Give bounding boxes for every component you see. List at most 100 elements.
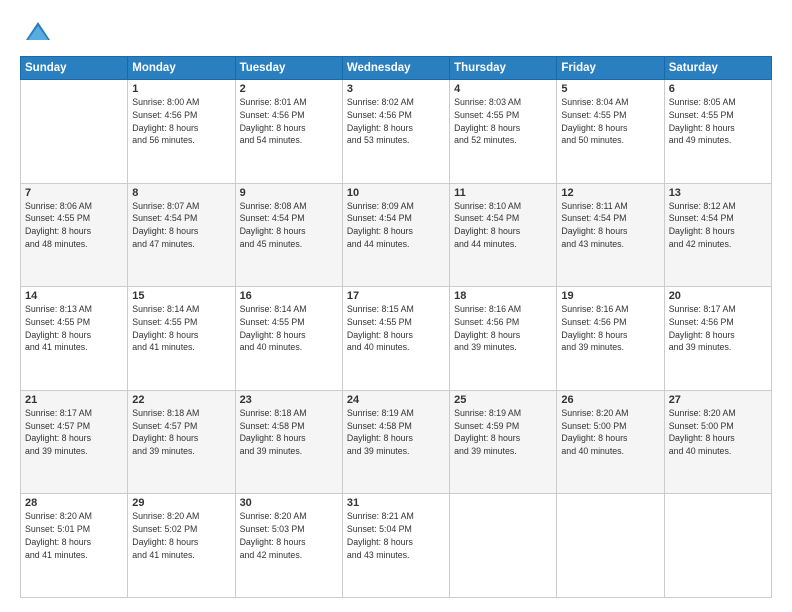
weekday-header-monday: Monday xyxy=(128,57,235,80)
calendar-cell: 20Sunrise: 8:17 AMSunset: 4:56 PMDayligh… xyxy=(664,287,771,391)
day-info: Sunrise: 8:05 AMSunset: 4:55 PMDaylight:… xyxy=(669,96,767,147)
day-number: 23 xyxy=(240,394,338,406)
day-info: Sunrise: 8:19 AMSunset: 4:59 PMDaylight:… xyxy=(454,407,552,458)
calendar-cell xyxy=(664,494,771,598)
calendar-cell: 6Sunrise: 8:05 AMSunset: 4:55 PMDaylight… xyxy=(664,80,771,184)
day-number: 15 xyxy=(132,290,230,302)
day-info: Sunrise: 8:00 AMSunset: 4:56 PMDaylight:… xyxy=(132,96,230,147)
day-info: Sunrise: 8:14 AMSunset: 4:55 PMDaylight:… xyxy=(132,303,230,354)
day-info: Sunrise: 8:13 AMSunset: 4:55 PMDaylight:… xyxy=(25,303,123,354)
calendar-cell: 11Sunrise: 8:10 AMSunset: 4:54 PMDayligh… xyxy=(450,183,557,287)
calendar-cell: 30Sunrise: 8:20 AMSunset: 5:03 PMDayligh… xyxy=(235,494,342,598)
day-info: Sunrise: 8:18 AMSunset: 4:57 PMDaylight:… xyxy=(132,407,230,458)
calendar-cell: 17Sunrise: 8:15 AMSunset: 4:55 PMDayligh… xyxy=(342,287,449,391)
day-number: 30 xyxy=(240,497,338,509)
day-number: 19 xyxy=(561,290,659,302)
day-number: 7 xyxy=(25,187,123,199)
day-info: Sunrise: 8:14 AMSunset: 4:55 PMDaylight:… xyxy=(240,303,338,354)
calendar-week-row: 21Sunrise: 8:17 AMSunset: 4:57 PMDayligh… xyxy=(21,390,772,494)
day-info: Sunrise: 8:20 AMSunset: 5:02 PMDaylight:… xyxy=(132,510,230,561)
calendar-cell: 22Sunrise: 8:18 AMSunset: 4:57 PMDayligh… xyxy=(128,390,235,494)
day-number: 3 xyxy=(347,83,445,95)
day-info: Sunrise: 8:04 AMSunset: 4:55 PMDaylight:… xyxy=(561,96,659,147)
day-number: 29 xyxy=(132,497,230,509)
day-number: 26 xyxy=(561,394,659,406)
calendar-cell: 14Sunrise: 8:13 AMSunset: 4:55 PMDayligh… xyxy=(21,287,128,391)
weekday-header-saturday: Saturday xyxy=(664,57,771,80)
day-info: Sunrise: 8:20 AMSunset: 5:01 PMDaylight:… xyxy=(25,510,123,561)
weekday-header-sunday: Sunday xyxy=(21,57,128,80)
day-number: 21 xyxy=(25,394,123,406)
day-number: 14 xyxy=(25,290,123,302)
day-info: Sunrise: 8:06 AMSunset: 4:55 PMDaylight:… xyxy=(25,200,123,251)
calendar-cell xyxy=(450,494,557,598)
calendar-cell: 16Sunrise: 8:14 AMSunset: 4:55 PMDayligh… xyxy=(235,287,342,391)
day-info: Sunrise: 8:21 AMSunset: 5:04 PMDaylight:… xyxy=(347,510,445,561)
day-info: Sunrise: 8:17 AMSunset: 4:57 PMDaylight:… xyxy=(25,407,123,458)
calendar-cell: 7Sunrise: 8:06 AMSunset: 4:55 PMDaylight… xyxy=(21,183,128,287)
day-number: 1 xyxy=(132,83,230,95)
day-info: Sunrise: 8:10 AMSunset: 4:54 PMDaylight:… xyxy=(454,200,552,251)
day-info: Sunrise: 8:20 AMSunset: 5:00 PMDaylight:… xyxy=(561,407,659,458)
day-number: 18 xyxy=(454,290,552,302)
day-info: Sunrise: 8:07 AMSunset: 4:54 PMDaylight:… xyxy=(132,200,230,251)
calendar-cell: 4Sunrise: 8:03 AMSunset: 4:55 PMDaylight… xyxy=(450,80,557,184)
calendar-cell: 10Sunrise: 8:09 AMSunset: 4:54 PMDayligh… xyxy=(342,183,449,287)
day-number: 10 xyxy=(347,187,445,199)
calendar-cell: 29Sunrise: 8:20 AMSunset: 5:02 PMDayligh… xyxy=(128,494,235,598)
day-info: Sunrise: 8:03 AMSunset: 4:55 PMDaylight:… xyxy=(454,96,552,147)
logo xyxy=(20,18,52,46)
calendar-cell xyxy=(557,494,664,598)
calendar-cell: 21Sunrise: 8:17 AMSunset: 4:57 PMDayligh… xyxy=(21,390,128,494)
calendar-cell: 19Sunrise: 8:16 AMSunset: 4:56 PMDayligh… xyxy=(557,287,664,391)
day-info: Sunrise: 8:20 AMSunset: 5:03 PMDaylight:… xyxy=(240,510,338,561)
day-info: Sunrise: 8:16 AMSunset: 4:56 PMDaylight:… xyxy=(561,303,659,354)
day-number: 11 xyxy=(454,187,552,199)
day-number: 2 xyxy=(240,83,338,95)
day-number: 12 xyxy=(561,187,659,199)
calendar-cell: 27Sunrise: 8:20 AMSunset: 5:00 PMDayligh… xyxy=(664,390,771,494)
calendar-cell xyxy=(21,80,128,184)
day-info: Sunrise: 8:01 AMSunset: 4:56 PMDaylight:… xyxy=(240,96,338,147)
weekday-header-row: SundayMondayTuesdayWednesdayThursdayFrid… xyxy=(21,57,772,80)
day-number: 31 xyxy=(347,497,445,509)
calendar-week-row: 7Sunrise: 8:06 AMSunset: 4:55 PMDaylight… xyxy=(21,183,772,287)
day-number: 6 xyxy=(669,83,767,95)
day-info: Sunrise: 8:08 AMSunset: 4:54 PMDaylight:… xyxy=(240,200,338,251)
day-info: Sunrise: 8:15 AMSunset: 4:55 PMDaylight:… xyxy=(347,303,445,354)
calendar-cell: 12Sunrise: 8:11 AMSunset: 4:54 PMDayligh… xyxy=(557,183,664,287)
day-info: Sunrise: 8:18 AMSunset: 4:58 PMDaylight:… xyxy=(240,407,338,458)
day-number: 25 xyxy=(454,394,552,406)
day-number: 20 xyxy=(669,290,767,302)
day-info: Sunrise: 8:19 AMSunset: 4:58 PMDaylight:… xyxy=(347,407,445,458)
day-info: Sunrise: 8:11 AMSunset: 4:54 PMDaylight:… xyxy=(561,200,659,251)
day-number: 24 xyxy=(347,394,445,406)
day-number: 22 xyxy=(132,394,230,406)
calendar-cell: 24Sunrise: 8:19 AMSunset: 4:58 PMDayligh… xyxy=(342,390,449,494)
day-info: Sunrise: 8:02 AMSunset: 4:56 PMDaylight:… xyxy=(347,96,445,147)
day-number: 28 xyxy=(25,497,123,509)
weekday-header-tuesday: Tuesday xyxy=(235,57,342,80)
calendar-cell: 5Sunrise: 8:04 AMSunset: 4:55 PMDaylight… xyxy=(557,80,664,184)
calendar-cell: 2Sunrise: 8:01 AMSunset: 4:56 PMDaylight… xyxy=(235,80,342,184)
calendar-cell: 9Sunrise: 8:08 AMSunset: 4:54 PMDaylight… xyxy=(235,183,342,287)
calendar-week-row: 28Sunrise: 8:20 AMSunset: 5:01 PMDayligh… xyxy=(21,494,772,598)
weekday-header-wednesday: Wednesday xyxy=(342,57,449,80)
calendar-cell: 18Sunrise: 8:16 AMSunset: 4:56 PMDayligh… xyxy=(450,287,557,391)
day-info: Sunrise: 8:16 AMSunset: 4:56 PMDaylight:… xyxy=(454,303,552,354)
page: SundayMondayTuesdayWednesdayThursdayFrid… xyxy=(0,0,792,612)
day-info: Sunrise: 8:09 AMSunset: 4:54 PMDaylight:… xyxy=(347,200,445,251)
calendar-table: SundayMondayTuesdayWednesdayThursdayFrid… xyxy=(20,56,772,598)
day-number: 5 xyxy=(561,83,659,95)
calendar-cell: 23Sunrise: 8:18 AMSunset: 4:58 PMDayligh… xyxy=(235,390,342,494)
calendar-cell: 28Sunrise: 8:20 AMSunset: 5:01 PMDayligh… xyxy=(21,494,128,598)
day-number: 17 xyxy=(347,290,445,302)
calendar-cell: 8Sunrise: 8:07 AMSunset: 4:54 PMDaylight… xyxy=(128,183,235,287)
day-number: 9 xyxy=(240,187,338,199)
calendar-cell: 3Sunrise: 8:02 AMSunset: 4:56 PMDaylight… xyxy=(342,80,449,184)
calendar-cell: 25Sunrise: 8:19 AMSunset: 4:59 PMDayligh… xyxy=(450,390,557,494)
calendar-cell: 31Sunrise: 8:21 AMSunset: 5:04 PMDayligh… xyxy=(342,494,449,598)
calendar-week-row: 1Sunrise: 8:00 AMSunset: 4:56 PMDaylight… xyxy=(21,80,772,184)
day-number: 13 xyxy=(669,187,767,199)
logo-icon xyxy=(24,18,52,46)
